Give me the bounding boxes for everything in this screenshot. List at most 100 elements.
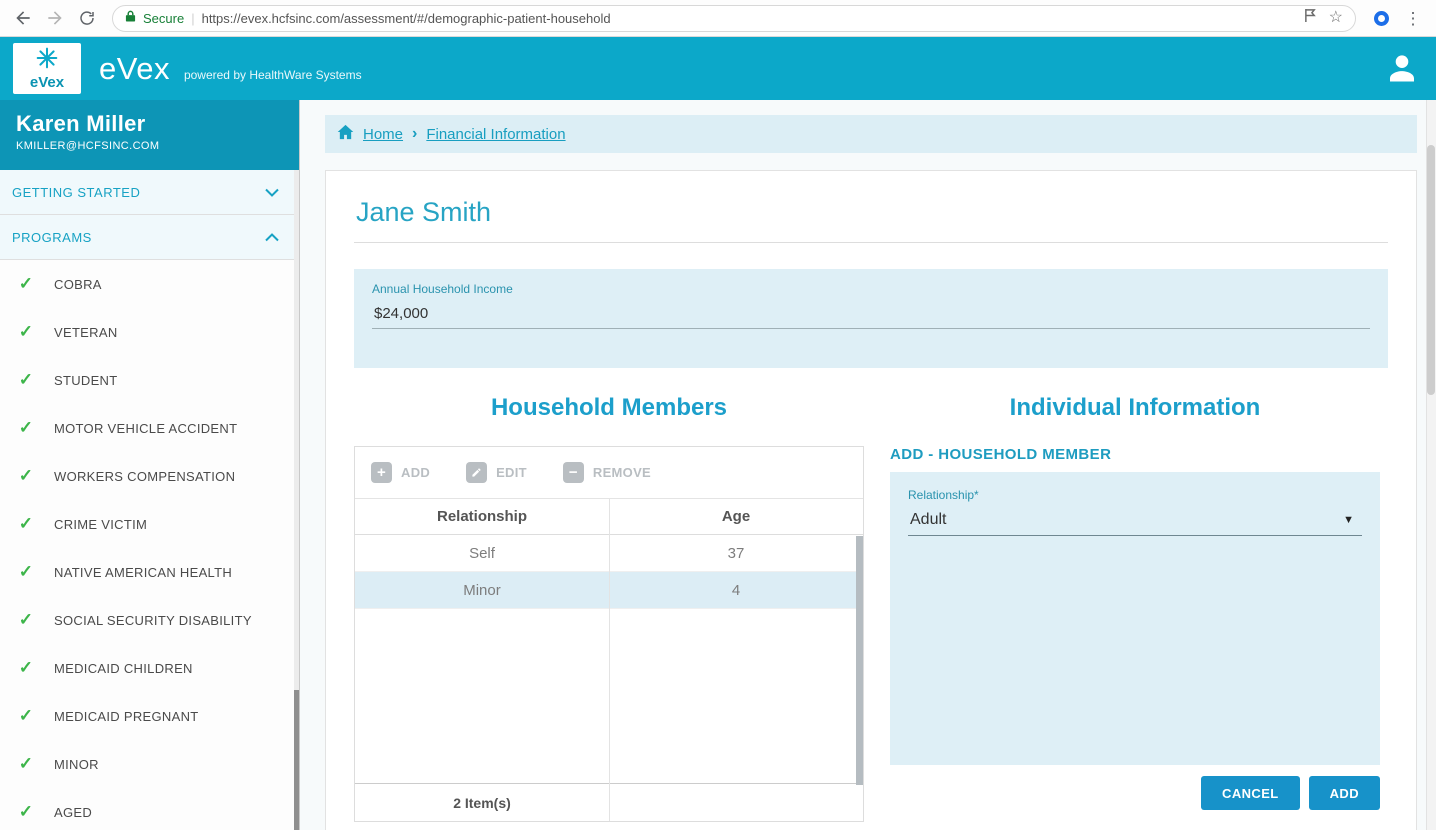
home-icon[interactable] — [337, 124, 354, 145]
sidebar-item-aged[interactable]: ✓ AGED — [0, 788, 299, 830]
column-header-relationship: Relationship — [355, 499, 609, 534]
check-icon: ✓ — [16, 274, 36, 294]
add-member-button[interactable]: + ADD — [371, 462, 430, 483]
omnibox-divider: | — [191, 11, 194, 26]
back-icon[interactable] — [10, 5, 36, 31]
lock-icon — [125, 9, 136, 28]
check-icon: ✓ — [16, 514, 36, 534]
household-members-table: + ADD EDIT − REMOVE — [354, 446, 864, 822]
sidebar-section-programs[interactable]: PROGRAMS — [0, 215, 299, 260]
cancel-button[interactable]: CANCEL — [1201, 776, 1300, 810]
program-label: AGED — [54, 805, 92, 820]
program-label: MINOR — [54, 757, 99, 772]
refresh-icon[interactable] — [74, 5, 100, 31]
table-scrollbar[interactable] — [856, 536, 863, 785]
relationship-select[interactable]: Adult ▼ — [908, 502, 1362, 536]
edit-label: EDIT — [496, 465, 527, 480]
sidebar-item-veteran[interactable]: ✓ VETERAN — [0, 308, 299, 356]
evex-logo: eVex — [13, 43, 81, 94]
sidebar-item-medicaid-children[interactable]: ✓MEDICAID CHILDREN — [0, 644, 299, 692]
extension-icon[interactable] — [1368, 5, 1394, 31]
add-button[interactable]: ADD — [1309, 776, 1380, 810]
sidebar-item-cobra[interactable]: ✓COBRA — [0, 260, 299, 308]
program-label: WORKERS COMPENSATION — [54, 469, 235, 484]
check-icon: ✓ — [16, 658, 36, 678]
sidebar-item-social-security-disability[interactable]: ✓ SOCIAL SECURITY DISABILITY — [0, 596, 299, 644]
breadcrumb: Home › Financial Information — [325, 115, 1417, 153]
sidebar-item-motor-vehicle-accident[interactable]: ✓MOTOR VEHICLE ACCIDENT — [0, 404, 299, 452]
sidebar-section-getting-started[interactable]: GETTING STARTED — [0, 170, 299, 215]
check-icon: ✓ — [16, 562, 36, 582]
chevron-up-icon — [265, 230, 279, 245]
program-label: SOCIAL SECURITY DISABILITY — [54, 613, 252, 628]
page-title: Jane Smith — [356, 197, 1388, 228]
app-header: eVex eVex powered by HealthWare Systems — [0, 37, 1436, 100]
sidebar-item-student[interactable]: ✓ STUDENT — [0, 356, 299, 404]
add-label: ADD — [401, 465, 430, 480]
section-label: PROGRAMS — [12, 230, 92, 245]
program-label: NATIVE AMERICAN HEALTH — [54, 565, 232, 580]
breadcrumb-home-link[interactable]: Home — [363, 126, 403, 143]
two-column-layout: Household Members + ADD EDIT — [354, 394, 1388, 822]
powered-by-text: powered by HealthWare Systems — [184, 68, 362, 82]
logo-starburst-icon — [36, 47, 58, 74]
page-scrollbar[interactable] — [1426, 100, 1436, 830]
bookmark-star-icon[interactable]: ☆ — [1329, 10, 1343, 26]
chevron-right-icon: › — [412, 125, 417, 143]
sidebar-item-crime-victim[interactable]: ✓CRIME VICTIM — [0, 500, 299, 548]
column-header-age: Age — [609, 499, 863, 534]
relationship-value: Adult — [910, 511, 946, 529]
title-divider — [354, 242, 1388, 243]
individual-information-title: Individual Information — [890, 394, 1380, 422]
remove-member-button[interactable]: − REMOVE — [563, 462, 651, 483]
program-label: MEDICAID PREGNANT — [54, 709, 199, 724]
relationship-label: Relationship* — [908, 488, 1362, 502]
edit-member-button[interactable]: EDIT — [466, 462, 527, 483]
check-icon: ✓ — [16, 802, 36, 822]
breadcrumb-financial-link[interactable]: Financial Information — [426, 126, 565, 143]
sidebar-scrollbar[interactable] — [294, 170, 299, 830]
check-icon: ✓ — [16, 370, 36, 390]
patient-card: Jane Smith Annual Household Income $24,0… — [325, 170, 1417, 830]
check-icon: ✓ — [16, 706, 36, 726]
dropdown-arrow-icon: ▼ — [1343, 514, 1354, 526]
cell-relationship: Self — [355, 535, 609, 571]
table-toolbar: + ADD EDIT − REMOVE — [355, 447, 863, 499]
check-icon: ✓ — [16, 466, 36, 486]
sidebar-item-medicaid-pregnant[interactable]: ✓ MEDICAID PREGNANT — [0, 692, 299, 740]
main-content: Home › Financial Information Jane Smith … — [300, 100, 1436, 830]
sidebar-item-native-american-health[interactable]: ✓ NATIVE AMERICAN HEALTH — [0, 548, 299, 596]
program-label: MOTOR VEHICLE ACCIDENT — [54, 421, 237, 436]
remove-label: REMOVE — [593, 465, 651, 480]
member-form-panel: Relationship* Adult ▼ — [890, 472, 1380, 765]
check-icon: ✓ — [16, 610, 36, 630]
cell-age: 37 — [609, 535, 863, 571]
flag-icon[interactable] — [1304, 8, 1317, 28]
minus-icon: − — [563, 462, 584, 483]
household-members-title: Household Members — [354, 394, 864, 422]
form-actions: CANCEL ADD — [890, 776, 1380, 810]
program-label: VETERAN — [54, 325, 118, 340]
section-label: GETTING STARTED — [12, 185, 140, 200]
check-icon: ✓ — [16, 322, 36, 342]
program-list: ✓COBRA ✓VETERAN ✓STUDENT ✓MOTOR VEHICLE … — [0, 260, 299, 830]
pencil-icon — [466, 462, 487, 483]
menu-icon[interactable]: ⋮ — [1400, 5, 1426, 31]
income-input[interactable]: $24,000 — [372, 296, 1370, 329]
user-account-icon[interactable] — [1384, 50, 1420, 91]
sidebar-item-minor[interactable]: ✓MINOR — [0, 740, 299, 788]
forward-icon[interactable] — [42, 5, 68, 31]
footer-empty-cell — [609, 784, 863, 821]
chevron-down-icon — [265, 185, 279, 200]
sidebar-item-workers-compensation[interactable]: ✓ WORKERS COMPENSATION — [0, 452, 299, 500]
cell-age: 4 — [609, 572, 863, 608]
user-email: KMILLER@HCFSINC.COM — [16, 140, 283, 152]
plus-icon: + — [371, 462, 392, 483]
add-household-member-heading: ADD - HOUSEHOLD MEMBER — [890, 446, 1380, 463]
browser-toolbar: Secure | https://evex.hcfsinc.com/assess… — [0, 0, 1436, 37]
program-label: STUDENT — [54, 373, 118, 388]
address-bar[interactable]: Secure | https://evex.hcfsinc.com/assess… — [112, 5, 1356, 32]
logo-text: eVex — [30, 75, 64, 90]
app-name: eVex — [99, 51, 170, 87]
screen: Secure | https://evex.hcfsinc.com/assess… — [0, 0, 1436, 830]
